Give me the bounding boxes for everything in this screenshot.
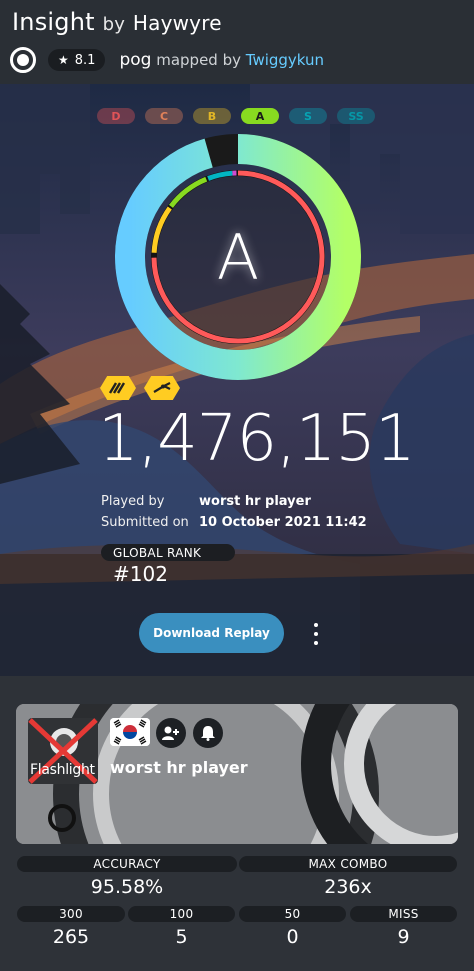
hard-rock-icon bbox=[100, 376, 136, 400]
miss-value: 9 bbox=[397, 926, 410, 948]
mapped-by-label: mapped by bbox=[156, 51, 241, 69]
accuracy-label: ACCURACY bbox=[17, 856, 237, 872]
player-name[interactable]: worst hr player bbox=[110, 758, 248, 777]
global-rank-label: GLOBAL RANK bbox=[101, 544, 235, 561]
mapper-link[interactable]: Twiggykun bbox=[246, 51, 324, 69]
grade-d: D bbox=[97, 108, 135, 124]
grade-c: C bbox=[145, 108, 183, 124]
beatmap-title[interactable]: Insight bbox=[12, 8, 95, 36]
avatar-text: Flashlight bbox=[30, 762, 95, 778]
mods-list bbox=[100, 376, 180, 400]
add-friend-button[interactable] bbox=[156, 718, 186, 748]
count300-value: 265 bbox=[52, 926, 90, 948]
total-score: 1,476,151 bbox=[98, 402, 416, 476]
played-by-label: Played by bbox=[101, 494, 165, 509]
count50-value: 0 bbox=[286, 926, 299, 948]
rank-letter: A bbox=[216, 220, 260, 294]
difficulty-line: pog mapped by Twiggykun bbox=[119, 50, 324, 70]
osu-mode-icon bbox=[10, 47, 36, 73]
difficulty-name: pog bbox=[119, 50, 152, 70]
flashlight-icon bbox=[144, 376, 180, 400]
beatmap-meta: ★ 8.1 pog mapped by Twiggykun bbox=[10, 46, 324, 74]
played-by-value[interactable]: worst hr player bbox=[199, 491, 311, 512]
grade-scale: D C B A S SS bbox=[97, 108, 375, 124]
score-info: Played by worst hr player Submitted on 1… bbox=[101, 491, 367, 533]
accuracy-value: 95.58% bbox=[90, 876, 164, 898]
beatmap-header: Insight by Haywyre ★ 8.1 pog mapped by T… bbox=[0, 0, 474, 84]
player-avatar[interactable]: Flashlight bbox=[28, 718, 98, 784]
beatmap-by: by bbox=[102, 14, 126, 35]
count100-label: 100 bbox=[128, 906, 235, 922]
global-rank-value: #102 bbox=[113, 562, 168, 586]
submitted-value: 10 October 2021 11:42 bbox=[199, 515, 367, 530]
count100-value: 5 bbox=[175, 926, 188, 948]
star-rating-badge: ★ 8.1 bbox=[48, 49, 106, 71]
beatmap-title-line: Insight by Haywyre bbox=[12, 8, 222, 36]
star-icon: ★ bbox=[58, 53, 69, 67]
count300-label: 300 bbox=[17, 906, 125, 922]
max-combo-value: 236x bbox=[324, 876, 372, 898]
player-panel: Flashlight worst hr player ACCURACY MAX … bbox=[0, 676, 474, 971]
subscribe-button[interactable] bbox=[193, 718, 223, 748]
add-friend-icon bbox=[162, 726, 179, 740]
grade-b: B bbox=[193, 108, 231, 124]
download-replay-button[interactable]: Download Replay bbox=[139, 613, 284, 653]
submitted-label: Submitted on bbox=[101, 515, 189, 530]
south-korea-flag bbox=[110, 718, 150, 746]
more-options-icon[interactable] bbox=[310, 623, 322, 645]
beatmap-artist[interactable]: Haywyre bbox=[133, 11, 222, 35]
grade-a: A bbox=[241, 108, 279, 124]
player-mode-ring bbox=[48, 804, 76, 832]
max-combo-label: MAX COMBO bbox=[239, 856, 457, 872]
miss-label: MISS bbox=[350, 906, 457, 922]
score-hero: D C B A S SS A 1,476,151 Played by worst… bbox=[0, 84, 474, 676]
grade-ss: SS bbox=[337, 108, 375, 124]
accuracy-ring: A bbox=[115, 134, 361, 380]
bell-icon bbox=[201, 726, 215, 741]
grade-s: S bbox=[289, 108, 327, 124]
star-rating-value: 8.1 bbox=[74, 52, 96, 68]
count50-label: 50 bbox=[239, 906, 346, 922]
